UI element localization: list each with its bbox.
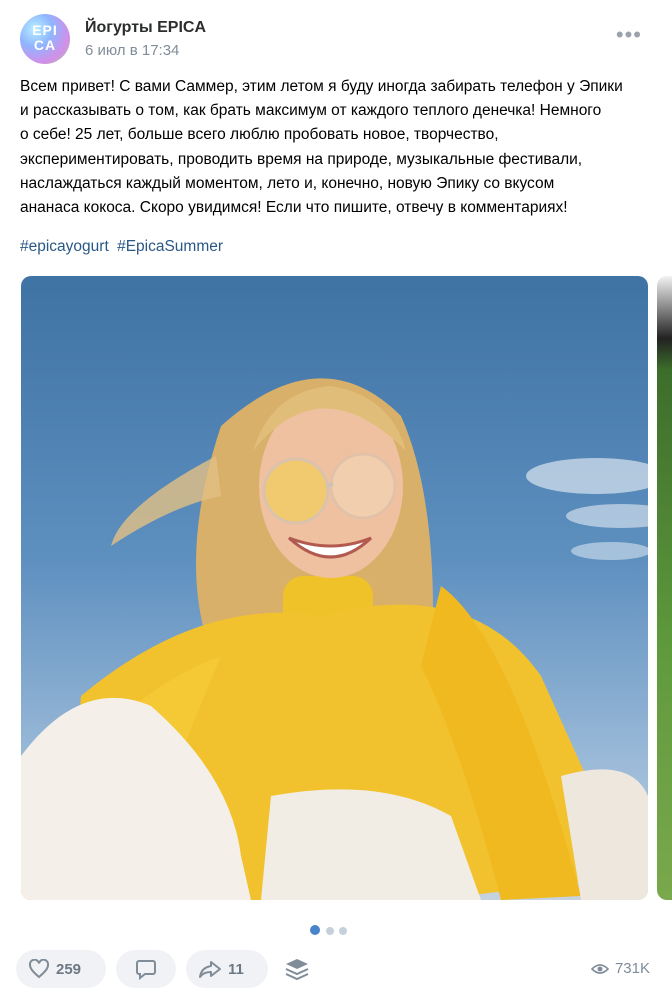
avatar-logo: EPI CA [32, 22, 58, 53]
share-arrow-icon [199, 961, 221, 978]
gallery-dot[interactable] [326, 927, 334, 935]
photo-illustration [21, 378, 648, 900]
post-text: Всем привет! С вами Саммер, этим летом я… [20, 75, 650, 220]
hashtags: #epicayogurt #EpicaSummer [20, 238, 227, 256]
next-photo-preview[interactable] [657, 276, 672, 900]
heart-icon [28, 959, 50, 979]
share-button[interactable]: 11 [186, 950, 268, 988]
gallery-dot[interactable] [339, 927, 347, 935]
post-text-line: о себе! 25 лет, больше всего люблю пробо… [20, 126, 499, 144]
hashtag-link[interactable]: #EpicaSummer [117, 238, 223, 255]
comment-icon [136, 960, 156, 980]
hashtag-link[interactable]: #epicayogurt [20, 238, 109, 255]
like-button[interactable]: 259 [16, 950, 106, 988]
eye-icon [590, 963, 609, 974]
community-name[interactable]: Йогурты EPICA [85, 19, 206, 37]
post-timestamp[interactable]: 6 июл в 17:34 [85, 42, 179, 59]
comment-button[interactable] [116, 950, 176, 988]
post-header: EPI CA Йогурты EPICA 6 июл в 17:34 ••• [20, 14, 652, 66]
post-text-line: и рассказывать о том, как брать максимум… [20, 102, 602, 120]
post-text-line: наслаждаться каждый моментом, лето и, ко… [20, 174, 555, 192]
views-count: 731K [614, 960, 650, 977]
community-avatar[interactable]: EPI CA [20, 14, 70, 64]
gallery-dot-active[interactable] [310, 925, 320, 935]
share-count: 11 [228, 960, 244, 978]
views-counter: 731K [590, 960, 650, 977]
post-actions: 259 11 731K [16, 950, 656, 990]
stack-icon[interactable] [284, 957, 310, 986]
post-photo[interactable] [21, 276, 648, 900]
post-text-line: Всем привет! С вами Саммер, этим летом я… [20, 78, 623, 95]
gallery-indicator [310, 922, 352, 935]
like-count: 259 [56, 960, 82, 978]
post-text-line: ананаса кокоса. Скоро увидимся! Если что… [20, 199, 568, 217]
more-options-icon[interactable]: ••• [616, 24, 642, 46]
post-text-line: экспериментировать, проводить время на п… [20, 150, 583, 168]
